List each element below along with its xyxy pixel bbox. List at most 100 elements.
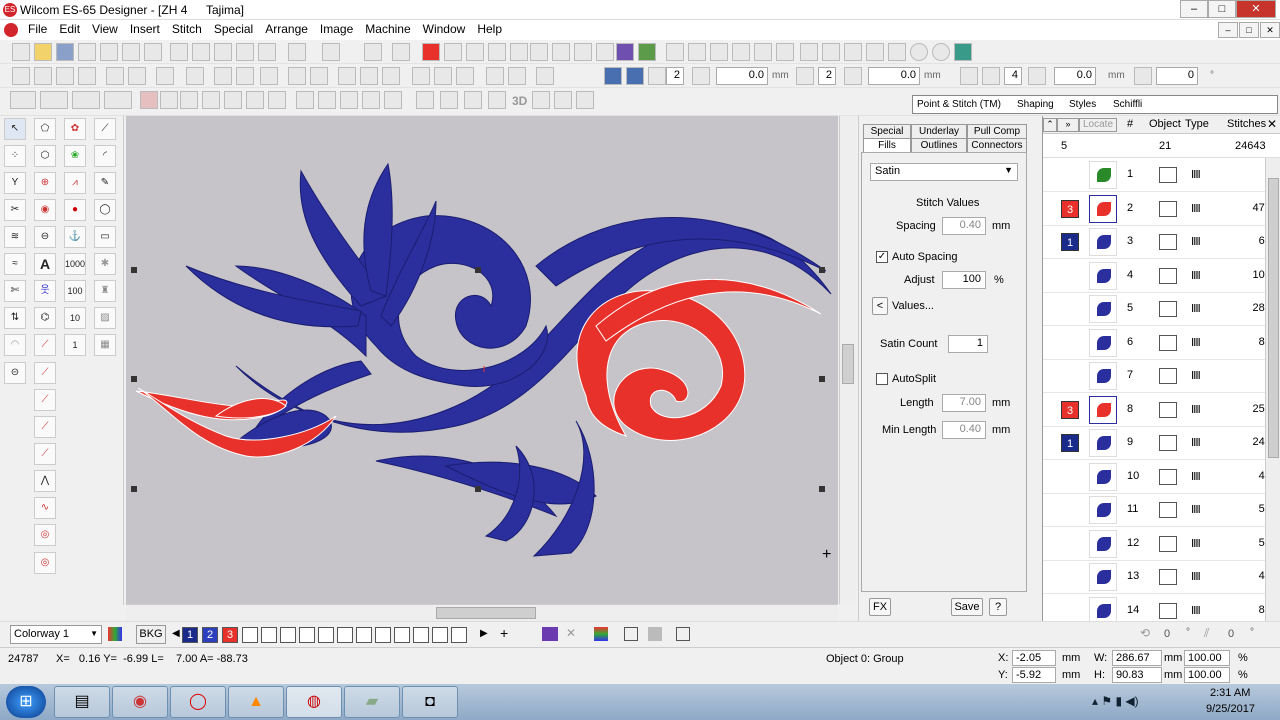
badge-icon[interactable]: ⌬ <box>34 307 56 329</box>
object-thumbnail[interactable] <box>1089 295 1117 323</box>
cross-fill-icon[interactable] <box>224 91 242 109</box>
trim-icon[interactable] <box>800 43 818 61</box>
sculpture-icon[interactable] <box>532 91 550 109</box>
tie-in-icon[interactable] <box>866 43 884 61</box>
save-icon[interactable] <box>56 43 74 61</box>
check-icon[interactable] <box>392 43 410 61</box>
object-thumbnail[interactable] <box>1089 395 1117 424</box>
rotate-icon[interactable] <box>156 67 174 85</box>
select-arrow-icon[interactable]: ↖ <box>4 118 26 140</box>
curve-red-icon[interactable]: ∿ <box>34 497 56 519</box>
grid-fill-icon[interactable] <box>246 91 264 109</box>
adjust-input[interactable]: 100 <box>942 271 986 289</box>
thread-chart-2-icon[interactable] <box>594 627 608 641</box>
ungroup-icon[interactable] <box>34 67 52 85</box>
values-arrow-button[interactable]: < <box>872 297 888 315</box>
remove-overlap-icon[interactable] <box>310 67 328 85</box>
tatami-stitch-icon[interactable] <box>318 91 336 109</box>
run3-icon[interactable]: ⟋ <box>34 416 56 438</box>
node-icon[interactable]: ⁘ <box>4 145 26 167</box>
edit-icon[interactable]: ✎ <box>94 172 116 194</box>
color-palette-icon[interactable] <box>710 43 728 61</box>
locate-button[interactable]: Locate <box>1079 118 1117 132</box>
cut-tool-icon[interactable]: ✄ <box>4 280 26 302</box>
picture-icon[interactable] <box>754 43 772 61</box>
sequence-row[interactable]: 4 ⅡⅡ 1033 <box>1043 259 1265 293</box>
photo-icon[interactable]: ▦ <box>94 334 116 356</box>
object-thumbnail[interactable] <box>1089 462 1117 491</box>
object-thumbnail[interactable] <box>1089 228 1117 256</box>
fancy-fill-icon[interactable] <box>340 91 358 109</box>
align-top-icon[interactable] <box>412 67 430 85</box>
selection-handle-tm[interactable] <box>475 267 481 273</box>
tatami-tool-icon[interactable] <box>104 91 132 109</box>
flower2-icon[interactable]: ❀ <box>64 145 86 167</box>
tab-underlay[interactable]: Underlay <box>911 124 967 139</box>
empty-swatch[interactable] <box>318 627 334 643</box>
distribute-h-icon[interactable] <box>486 67 504 85</box>
needle-point-icon[interactable] <box>822 43 840 61</box>
run4-icon[interactable]: ⟋ <box>34 443 56 465</box>
collapse-icon[interactable]: ⌃ <box>1043 118 1057 132</box>
mirror-h-icon[interactable] <box>106 67 124 85</box>
spin-field-7[interactable]: 0 <box>1156 67 1198 85</box>
overview-icon[interactable] <box>666 43 684 61</box>
tie-off-icon[interactable] <box>888 43 906 61</box>
scissors-icon[interactable]: ✂ <box>4 199 26 221</box>
select-tool-icon[interactable] <box>10 91 36 109</box>
shape-icon[interactable]: ⬡ <box>34 145 56 167</box>
contour-fill-icon[interactable] <box>362 91 380 109</box>
distribute-v-icon[interactable] <box>508 67 526 85</box>
object-thumbnail[interactable] <box>1089 261 1117 290</box>
path-icon[interactable]: ⋀ <box>34 470 56 492</box>
tab-styles[interactable]: Styles <box>1069 99 1096 110</box>
wilcom-taskbar-icon[interactable]: ◍ <box>286 686 342 718</box>
object-thumbnail[interactable] <box>1089 194 1117 223</box>
sequence-row[interactable]: 7ⅡⅡ40 <box>1043 359 1265 393</box>
sequence-scrollbar[interactable] <box>1265 158 1280 621</box>
picture-color-icon[interactable] <box>624 627 638 641</box>
unlock-icon[interactable] <box>78 67 96 85</box>
object-thumbnail[interactable] <box>1089 362 1117 390</box>
sequence-row[interactable]: 13ⅡⅡ677 <box>1043 225 1265 259</box>
tab-fills[interactable]: Fills <box>863 138 911 153</box>
undo-icon[interactable] <box>288 43 306 61</box>
column-icon[interactable] <box>844 67 862 85</box>
wave-icon[interactable] <box>160 91 178 109</box>
selection-handle-ml[interactable] <box>131 376 137 382</box>
wave-tool-icon[interactable]: ≋ <box>4 226 26 248</box>
text-icon[interactable]: A <box>34 253 56 275</box>
autosplit-checkbox[interactable] <box>876 373 888 385</box>
sequence-row[interactable]: 1 9 ⅡⅡ 2479 <box>1043 426 1265 460</box>
circle-tool-icon[interactable]: ⊝ <box>4 362 26 384</box>
y-field[interactable]: -5.92 <box>1012 667 1056 683</box>
horizontal-scroll-thumb[interactable] <box>436 607 536 619</box>
menu-arrange[interactable]: Arrange <box>259 20 314 38</box>
vlc-taskbar-icon[interactable]: ▲ <box>228 686 284 718</box>
reshape-tool-icon[interactable] <box>40 91 68 109</box>
doc-minimize-button[interactable]: – <box>1218 22 1238 38</box>
pattern-fill-icon[interactable] <box>268 91 286 109</box>
paste-icon[interactable] <box>214 43 232 61</box>
empty-swatch[interactable] <box>451 627 467 643</box>
mirror-v-icon[interactable] <box>128 67 146 85</box>
radial-fill-icon[interactable] <box>384 91 402 109</box>
color-block-badge[interactable]: 1 <box>1061 434 1079 452</box>
color-block-badge[interactable]: 3 <box>1061 199 1079 218</box>
sequence-row[interactable]: 3 2 ⅡⅡ 4730 <box>1043 192 1265 226</box>
lock-icon[interactable] <box>844 43 862 61</box>
explorer-taskbar-icon[interactable]: ▤ <box>54 686 110 718</box>
print-icon[interactable] <box>100 43 118 61</box>
save-button[interactable]: Save <box>951 598 983 616</box>
opera-taskbar-icon[interactable]: ◯ <box>170 686 226 718</box>
flower-icon[interactable]: ✿ <box>64 118 86 140</box>
selection-handle-bm[interactable] <box>475 486 481 492</box>
close-panel-icon[interactable]: ✕ <box>1267 117 1277 131</box>
scale-icon[interactable] <box>186 67 204 85</box>
sequence-row[interactable]: 1 ⅡⅡ <box>1043 158 1265 192</box>
h-field[interactable]: 90.83 <box>1112 667 1162 683</box>
lock-object-icon[interactable] <box>56 67 74 85</box>
line-icon[interactable]: ⟋ <box>94 118 116 140</box>
artwork-icon[interactable] <box>732 43 750 61</box>
lock-ratio-icon[interactable] <box>604 67 622 85</box>
